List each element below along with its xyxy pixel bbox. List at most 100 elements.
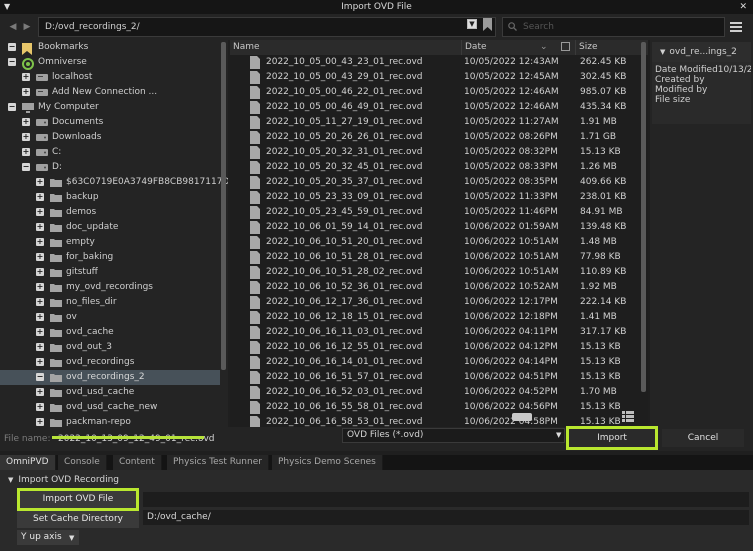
tree-item[interactable]: + C: xyxy=(0,145,220,160)
collapse-icon[interactable]: ▼ xyxy=(4,0,10,14)
tree-item[interactable]: + ovd_cache xyxy=(0,325,220,340)
column-header-date[interactable]: Date ⌄ xyxy=(461,40,579,55)
expand-icon[interactable]: + xyxy=(36,298,44,306)
file-row[interactable]: 2022_10_05_23_33_09_01_rec.ovd 10/05/2022… xyxy=(230,190,648,205)
forward-icon[interactable]: ▶ xyxy=(20,19,34,35)
file-row[interactable]: 2022_10_06_10_51_28_02_rec.ovd 10/06/2022… xyxy=(230,265,648,280)
tree-item[interactable]: + ovd_out_3 xyxy=(0,340,220,355)
tree-item[interactable]: + ov xyxy=(0,310,220,325)
expand-icon[interactable]: + xyxy=(22,133,30,141)
tree-item[interactable]: + gitstuff xyxy=(0,265,220,280)
file-row[interactable]: 2022_10_05_20_32_31_01_rec.ovd 10/05/2022… xyxy=(230,145,648,160)
file-type-select[interactable]: OVD Files (*.ovd) xyxy=(342,428,565,443)
tree-item[interactable]: + ovd_usd_cache_new xyxy=(0,400,220,415)
expand-icon[interactable]: + xyxy=(36,283,44,291)
path-dropdown-icon[interactable]: ▼ xyxy=(467,19,477,29)
tree-item[interactable]: − Bookmarks xyxy=(0,40,220,55)
expand-icon[interactable]: + xyxy=(36,403,44,411)
dropdown-caret-icon[interactable]: ▼ xyxy=(556,431,561,439)
path-input[interactable]: D:/ovd_recordings_2/ xyxy=(38,17,496,37)
tree-item[interactable]: + ovd_recordings xyxy=(0,355,220,370)
tree-item[interactable]: + for_baking xyxy=(0,250,220,265)
expand-icon[interactable]: + xyxy=(36,253,44,261)
close-icon[interactable]: ✕ xyxy=(739,0,747,14)
collapse-icon[interactable]: − xyxy=(8,58,16,66)
expand-icon[interactable]: + xyxy=(36,208,44,216)
tree-item[interactable]: − ovd_recordings_2 xyxy=(0,370,220,385)
column-header-name[interactable]: Name xyxy=(230,40,464,55)
file-row[interactable]: 2022_10_06_16_14_01_01_rec.ovd 10/06/2022… xyxy=(230,355,648,370)
file-row[interactable]: 2022_10_06_12_18_15_01_rec.ovd 10/06/2022… xyxy=(230,310,648,325)
tab-console[interactable]: Console xyxy=(58,455,107,470)
file-row[interactable]: 2022_10_06_16_12_55_01_rec.ovd 10/06/2022… xyxy=(230,340,648,355)
column-header-size[interactable]: Size xyxy=(575,40,648,55)
file-row[interactable]: 2022_10_06_01_59_14_01_rec.ovd 10/06/2022… xyxy=(230,220,648,235)
file-row[interactable]: 2022_10_05_23_45_59_01_rec.ovd 10/05/2022… xyxy=(230,205,648,220)
expand-icon[interactable]: + xyxy=(36,223,44,231)
tree-item[interactable]: + no_files_dir xyxy=(0,295,220,310)
collapse-icon[interactable]: − xyxy=(8,43,16,51)
expand-icon[interactable]: + xyxy=(36,238,44,246)
file-row[interactable]: 2022_10_06_10_51_28_01_rec.ovd 10/06/2022… xyxy=(230,250,648,265)
tree-item[interactable]: + doc_update xyxy=(0,220,220,235)
file-row[interactable]: 2022_10_05_20_32_45_01_rec.ovd 10/05/2022… xyxy=(230,160,648,175)
file-row[interactable]: 2022_10_06_16_11_03_01_rec.ovd 10/06/2022… xyxy=(230,325,648,340)
expand-icon[interactable]: + xyxy=(22,73,30,81)
tab-physics-demo-scenes[interactable]: Physics Demo Scenes xyxy=(272,455,383,470)
calendar-icon[interactable] xyxy=(561,42,570,51)
tree-item[interactable]: + my_ovd_recordings xyxy=(0,280,220,295)
file-row[interactable]: 2022_10_06_10_52_36_01_rec.ovd 10/06/2022… xyxy=(230,280,648,295)
file-row[interactable]: 2022_10_05_11_27_19_01_rec.ovd 10/05/2022… xyxy=(230,115,648,130)
expand-icon[interactable]: + xyxy=(36,388,44,396)
tree-item[interactable]: + backup xyxy=(0,190,220,205)
expand-icon[interactable]: + xyxy=(36,328,44,336)
back-icon[interactable]: ◀ xyxy=(6,19,20,35)
collapse-icon[interactable]: − xyxy=(22,163,30,171)
cancel-button[interactable]: Cancel xyxy=(662,429,744,447)
collapse-icon[interactable]: − xyxy=(36,373,44,381)
info-panel-header[interactable]: ▼ ovd_re...ings_2 xyxy=(652,42,751,62)
tree-item[interactable]: + localhost xyxy=(0,70,220,85)
import-button[interactable]: Import xyxy=(566,426,658,450)
expand-icon[interactable]: + xyxy=(36,418,44,426)
expand-icon[interactable]: + xyxy=(22,88,30,96)
tree-item[interactable]: + ovd_usd_cache xyxy=(0,385,220,400)
tree-item[interactable]: + packman-repo xyxy=(0,415,220,427)
file-row[interactable]: 2022_10_05_00_46_22_01_rec.ovd 10/05/2022… xyxy=(230,85,648,100)
tree-scrollbar[interactable] xyxy=(221,42,226,370)
tree-item[interactable]: + empty xyxy=(0,235,220,250)
expand-icon[interactable]: + xyxy=(36,313,44,321)
sort-chevron-icon[interactable]: ⌄ xyxy=(540,40,548,55)
cache-path-field[interactable]: D:/ovd_cache/ xyxy=(143,510,749,525)
tree-item[interactable]: + demos xyxy=(0,205,220,220)
tree-item[interactable]: + Add New Connection ... xyxy=(0,85,220,100)
dropdown-caret-icon[interactable]: ▼ xyxy=(69,534,74,542)
file-row[interactable]: 2022_10_06_16_51_57_01_rec.ovd 10/06/2022… xyxy=(230,370,648,385)
expand-icon[interactable]: + xyxy=(22,148,30,156)
collapse-icon[interactable]: − xyxy=(8,103,16,111)
tree-item[interactable]: + $63C0719E0A3749FB8CB9817117D2 xyxy=(0,175,228,190)
expand-icon[interactable]: + xyxy=(36,178,44,186)
file-row[interactable]: 2022_10_05_20_35_37_01_rec.ovd 10/05/2022… xyxy=(230,175,648,190)
file-row[interactable]: 2022_10_06_16_52_03_01_rec.ovd 10/06/2022… xyxy=(230,385,648,400)
file-list-scrollbar[interactable] xyxy=(641,42,646,392)
expand-icon[interactable]: + xyxy=(36,343,44,351)
tree-item[interactable]: − D: xyxy=(0,160,220,175)
bookmark-icon[interactable] xyxy=(482,18,493,31)
hamburger-menu-icon[interactable] xyxy=(730,22,742,32)
file-row[interactable]: 2022_10_05_20_26_26_01_rec.ovd 10/05/2022… xyxy=(230,130,648,145)
file-row[interactable]: 2022_10_06_10_51_20_01_rec.ovd 10/06/2022… xyxy=(230,235,648,250)
import-ovd-file-button[interactable]: Import OVD File xyxy=(17,488,139,511)
file-name-input[interactable]: 2022_10_13_09_12_49_01_rec.ovd xyxy=(52,431,215,447)
tab-omnipvd[interactable]: OmniPVD xyxy=(0,455,56,470)
file-row[interactable]: 2022_10_06_16_55_58_01_rec.ovd 10/06/2022… xyxy=(230,400,648,415)
search-input[interactable]: Search xyxy=(502,17,725,37)
file-row[interactable]: 2022_10_05_00_43_23_01_rec.ovd 10/05/2022… xyxy=(230,55,648,70)
expand-icon[interactable]: + xyxy=(36,268,44,276)
section-header[interactable]: ▼ Import OVD Recording xyxy=(8,473,119,487)
tree-item[interactable]: + Documents xyxy=(0,115,220,130)
tab-physics-test-runner[interactable]: Physics Test Runner xyxy=(167,455,269,470)
expand-icon[interactable]: + xyxy=(22,118,30,126)
expand-icon[interactable]: + xyxy=(36,358,44,366)
set-cache-directory-button[interactable]: Set Cache Directory xyxy=(17,511,139,528)
